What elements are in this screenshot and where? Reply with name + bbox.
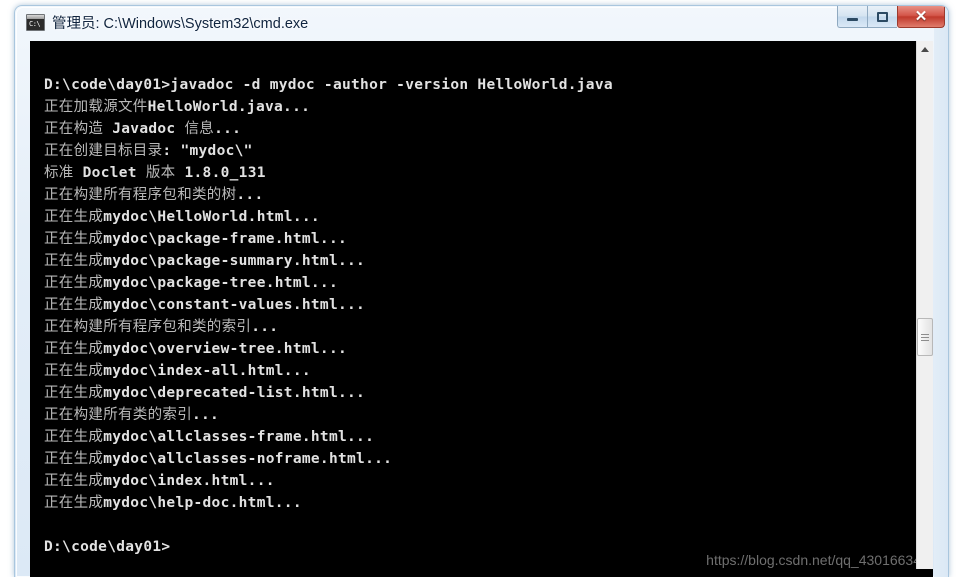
console-line-segment: mydoc\allclasses-frame.html...: [103, 429, 375, 445]
console-line: 标准 Doclet 版本 1.8.0_131: [44, 162, 933, 184]
console-line: 正在生成mydoc\overview-tree.html...: [44, 338, 933, 360]
console-line-segment: mydoc\index.html...: [103, 473, 275, 489]
console-vertical-scrollbar[interactable]: [916, 41, 933, 569]
console-line-segment: mydoc\deprecated-list.html...: [103, 385, 366, 401]
console-line: 正在加载源文件HelloWorld.java...: [44, 96, 933, 118]
console-line-segment: : "mydoc\": [162, 143, 253, 159]
console-line: 正在构造 Javadoc 信息...: [44, 118, 933, 140]
console-line-segment: mydoc\help-doc.html...: [103, 495, 302, 511]
console-line: 正在构建所有类的索引...: [44, 404, 933, 426]
console-line-segment: mydoc\allclasses-noframe.html...: [103, 451, 393, 467]
console-line-segment: 正在生成: [44, 297, 104, 313]
close-button[interactable]: ✕: [897, 6, 945, 28]
console-line-segment: mydoc\index-all.html...: [103, 363, 311, 379]
cmd-window[interactable]: C:\ 管理员: C:\Windows\System32\cmd.exe ✕ D…: [14, 5, 949, 577]
console-line-segment: 正在生成: [44, 451, 104, 467]
console-output-area[interactable]: D:\code\day01>javadoc -d mydoc -author -…: [30, 41, 933, 577]
console-line: 正在生成mydoc\deprecated-list.html...: [44, 382, 933, 404]
console-line-segment: 正在构建所有程序包和类的树: [44, 187, 237, 203]
cmd-console-icon-glyph: C:\: [29, 20, 41, 28]
console-line-segment: ...: [251, 319, 279, 335]
console-line-segment: ...: [192, 407, 220, 423]
console-line: 正在生成mydoc\index-all.html...: [44, 360, 933, 382]
scrollbar-thumb[interactable]: [917, 318, 933, 356]
console-line-segment: 正在生成: [44, 253, 104, 269]
console-line-segment: mydoc\HelloWorld.html...: [103, 209, 320, 225]
console-line-segment: 正在生成: [44, 231, 104, 247]
window-titlebar[interactable]: C:\ 管理员: C:\Windows\System32\cmd.exe ✕: [15, 6, 948, 39]
console-line-segment: Doclet: [73, 165, 146, 181]
console-line-segment: 信息: [184, 121, 215, 137]
console-line-segment: 正在生成: [44, 495, 104, 511]
console-line-segment: 正在生成: [44, 341, 104, 357]
cmd-console-icon: C:\: [26, 14, 45, 31]
console-line-segment: mydoc\overview-tree.html...: [103, 341, 348, 357]
console-line-segment: mydoc\package-tree.html...: [103, 275, 338, 291]
console-line: 正在构建所有程序包和类的树...: [44, 184, 933, 206]
console-line: 正在生成mydoc\constant-values.html...: [44, 294, 933, 316]
console-line: 正在构建所有程序包和类的索引...: [44, 316, 933, 338]
console-line: 正在生成mydoc\HelloWorld.html...: [44, 206, 933, 228]
window-frame-right-edge: [934, 6, 948, 577]
console-line-segment: 标准: [44, 165, 74, 181]
console-line-segment: D:\code\day01>javadoc -d mydoc -author -…: [44, 77, 613, 93]
console-line: 正在生成mydoc\help-doc.html...: [44, 492, 933, 514]
console-line-segment: 版本: [145, 165, 176, 181]
console-line-segment: 正在生成: [44, 385, 104, 401]
window-buttons-group: ✕: [837, 6, 945, 29]
console-line-segment: ...: [236, 187, 264, 203]
maximize-button[interactable]: [867, 6, 897, 28]
console-line-segment: ...: [214, 121, 242, 137]
scrollbar-grip-icon: [921, 332, 929, 343]
console-line-segment: 1.8.0_131: [175, 165, 266, 181]
console-text-lines: D:\code\day01>javadoc -d mydoc -author -…: [44, 52, 933, 558]
desktop-background: C:\ 管理员: C:\Windows\System32\cmd.exe ✕ D…: [0, 0, 963, 577]
console-line-segment: mydoc\package-summary.html...: [103, 253, 366, 269]
console-line-segment: Javadoc: [103, 121, 185, 137]
console-line-segment: 正在生成: [44, 473, 104, 489]
console-line-segment: 正在创建目标目录: [44, 143, 163, 159]
watermark-text: https://blog.csdn.net/qq_43016634: [706, 552, 921, 568]
console-line: 正在生成mydoc\allclasses-frame.html...: [44, 426, 933, 448]
console-line-segment: 正在构建所有程序包和类的索引: [44, 319, 252, 335]
console-line: 正在生成mydoc\allclasses-noframe.html...: [44, 448, 933, 470]
console-line-segment: 正在加载源文件: [44, 99, 148, 115]
minimize-button[interactable]: [837, 6, 867, 28]
console-line-segment: mydoc\package-frame.html...: [103, 231, 348, 247]
close-icon: ✕: [914, 8, 928, 25]
console-line-segment: 正在生成: [44, 429, 104, 445]
console-line-segment: HelloWorld.java...: [147, 99, 311, 115]
console-line-segment: mydoc\constant-values.html...: [103, 297, 366, 313]
console-line: 正在生成mydoc\index.html...: [44, 470, 933, 492]
scroll-up-arrow-button[interactable]: [917, 41, 933, 58]
console-line: 正在生成mydoc\package-summary.html...: [44, 250, 933, 272]
console-line: D:\code\day01>javadoc -d mydoc -author -…: [44, 74, 933, 96]
console-line-segment: 正在生成: [44, 209, 104, 225]
console-line: 正在生成mydoc\package-tree.html...: [44, 272, 933, 294]
console-line-segment: 正在构建所有类的索引: [44, 407, 192, 423]
console-line-segment: 正在生成: [44, 275, 104, 291]
console-line-segment: 正在构造: [44, 121, 104, 137]
window-title: 管理员: C:\Windows\System32\cmd.exe: [52, 16, 309, 32]
console-line-segment: 正在生成: [44, 363, 104, 379]
chevron-up-icon: [921, 47, 929, 52]
console-line: 正在创建目标目录: "mydoc\": [44, 140, 933, 162]
maximize-icon: [877, 11, 888, 22]
console-line: 正在生成mydoc\package-frame.html...: [44, 228, 933, 250]
minimize-icon: [847, 18, 858, 21]
console-line-segment: D:\code\day01>: [44, 539, 171, 555]
cmd-console-icon-titlebar: [27, 15, 44, 19]
